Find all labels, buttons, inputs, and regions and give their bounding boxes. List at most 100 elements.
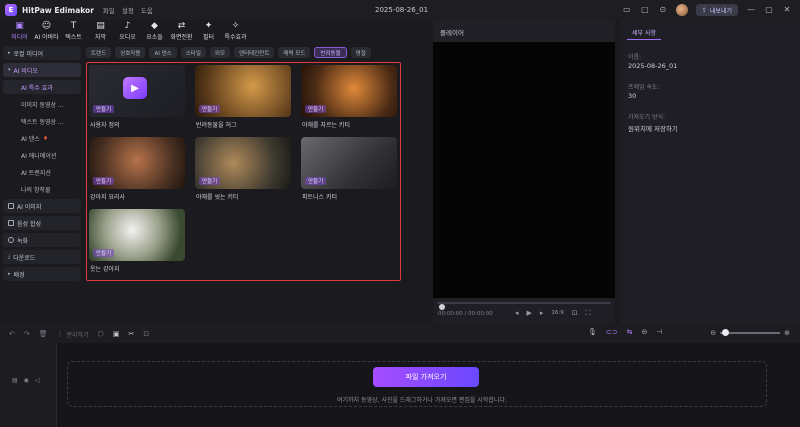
sidebar-sub-image-to-video[interactable]: 이미지 동영상 ... [3, 97, 81, 111]
effect-card[interactable]: 만들기 [195, 65, 291, 117]
maximize-icon[interactable]: ▢ [764, 5, 774, 15]
feedback-icon[interactable]: ▢ [640, 5, 650, 15]
sidebar-item-ai-video[interactable]: ▾ AI 비디오 [3, 63, 81, 77]
media-icon: ▣ [15, 21, 24, 31]
zoom-handle[interactable] [722, 329, 730, 336]
minimize-icon[interactable]: — [746, 5, 756, 15]
tab-details[interactable]: 세부 사항 [627, 24, 661, 40]
effect-card-title: 웃는 강아지 [90, 266, 120, 273]
make-button[interactable]: 만들기 [199, 177, 221, 185]
make-button[interactable]: 만들기 [305, 177, 327, 185]
effect-card[interactable]: 만들기 [301, 137, 397, 189]
sidebar-sub-ai-transition[interactable]: AI 트랜지션 [3, 165, 81, 179]
text-template-icon[interactable]: ▣ [113, 330, 120, 338]
marker-icon[interactable]: ⬡ [98, 330, 104, 338]
zoom-in-icon[interactable]: ⊕ [784, 329, 790, 337]
visibility-icon[interactable]: ◉ [24, 377, 29, 384]
download-icon[interactable]: ⊙ [658, 5, 668, 15]
menu-file[interactable]: 파일 [103, 5, 115, 15]
toolbar-audio[interactable]: ♪ 오디오 [114, 20, 141, 42]
menu-help[interactable]: 도움 [141, 5, 153, 15]
toolbar-effects[interactable]: ✧ 특수효과 [222, 20, 249, 42]
prev-frame-icon[interactable]: ◂ [515, 309, 519, 318]
toolbar-subtitle[interactable]: ▤ 자막 [87, 20, 114, 42]
chevron-right-icon: ▸ [8, 50, 11, 56]
sidebar-item-download[interactable]: ⤓ 다운로드 [3, 250, 81, 264]
undo-icon[interactable]: ↶ [9, 330, 15, 338]
sidebar-sub-ai-effects[interactable]: AI 특수 효과 [3, 80, 81, 94]
toolbar-transition[interactable]: ⇄ 화면전환 [168, 20, 195, 42]
next-frame-icon[interactable]: ▸ [540, 309, 544, 318]
effect-card[interactable]: 만들기 [89, 137, 185, 189]
sidebar-item-voice-synth[interactable]: 음성 합성 [3, 216, 81, 230]
category-tab[interactable]: AI 댄스 [149, 47, 177, 58]
make-button[interactable]: 만들기 [93, 105, 115, 113]
toolbar-filter[interactable]: ✦ 필터 [195, 20, 222, 42]
category-tab[interactable]: 매력 모드 [278, 47, 311, 58]
crop-icon[interactable]: ⊡ [143, 330, 149, 338]
category-tab[interactable]: 스타일 [180, 47, 206, 58]
download-arrow-icon: ⤓ [8, 254, 11, 260]
redo-icon[interactable]: ↷ [24, 330, 30, 338]
sidebar-sub-ai-animation[interactable]: AI 애니메이션 [3, 148, 81, 162]
toolbar-elements[interactable]: ◆ 요소들 [141, 20, 168, 42]
cut-icon[interactable]: ✂ [128, 330, 134, 338]
audio-toggle-icon[interactable]: ◁ [35, 377, 40, 384]
snap-icon[interactable]: ⇆ [627, 328, 633, 336]
category-tab[interactable]: 트렌드 [86, 47, 112, 58]
delete-icon[interactable]: 🗑 [39, 330, 48, 338]
toolbar-label: 화면전환 [170, 34, 193, 41]
aspect-ratio[interactable]: 16:9 [551, 309, 563, 318]
category-tab[interactable]: 외모 [209, 47, 231, 58]
ai-image-icon [8, 203, 14, 209]
chain-icon[interactable]: ⊖ [642, 328, 648, 336]
zoom-out-icon[interactable]: ⊖ [710, 329, 716, 337]
microphone-icon[interactable]: 🎙 [588, 328, 597, 336]
category-tab[interactable]: 상호작용 [115, 47, 146, 58]
close-icon[interactable]: ✕ [782, 5, 792, 15]
seek-handle[interactable] [439, 304, 445, 310]
fps-label: 프레임 속도: [628, 84, 660, 91]
make-button[interactable]: 만들기 [93, 177, 115, 185]
sidebar-item-background[interactable]: ▸ 배경 [3, 267, 81, 281]
effect-card[interactable]: 만들기 [301, 65, 397, 117]
make-button[interactable]: 만들기 [199, 105, 221, 113]
sidebar-item-label: AI 이미지 [17, 203, 42, 211]
sidebar-item-local-media[interactable]: ▸ 로컬 미디어 [3, 46, 81, 60]
category-tab[interactable]: 반려동물 [314, 47, 347, 58]
zoom-slider[interactable] [720, 329, 781, 336]
split-icon[interactable]: ⋮ [57, 330, 64, 338]
import-file-button[interactable]: 파일 가져오기 [373, 367, 479, 387]
menu-settings[interactable]: 설정 [122, 5, 134, 15]
player-header: 플레이어 [433, 20, 615, 42]
make-button[interactable]: 만들기 [93, 249, 115, 257]
toolbar-media[interactable]: ▣ 미디어 [6, 20, 33, 42]
category-tab[interactable]: 엔터테인먼트 [234, 47, 275, 58]
toolbar-label: 오디오 [119, 34, 136, 41]
effect-card[interactable]: ▶ 만들기 [89, 65, 185, 117]
split-label[interactable]: 분리하기 [67, 330, 89, 339]
sidebar-sub-ai-dance[interactable]: AI 댄스 ♦ [3, 131, 81, 145]
user-avatar[interactable] [675, 4, 688, 16]
sidebar-item-ai-image[interactable]: AI 이미지 [3, 199, 81, 213]
play-icon[interactable]: ▶ [527, 309, 532, 318]
player-seekbar[interactable] [437, 302, 611, 310]
sidebar-sub-text-to-video[interactable]: 텍스트 동영상 ... [3, 114, 81, 128]
link-icon[interactable]: ⊂⊃ [606, 328, 618, 336]
unlink-icon[interactable]: ⊣ [656, 328, 662, 336]
effect-card[interactable]: 만들기 [89, 209, 185, 261]
toolbar-text[interactable]: T 텍스트 [60, 20, 87, 42]
timeline-toolbar: ↶ ↷ 🗑 ⋮ 분리하기 ⬡ ▣ ✂ ⊡ 🎙 ⊂⊃ ⇆ ⊖ ⊣ ⊖ ⊕ [0, 325, 800, 343]
sidebar-sub-my-creations[interactable]: 나의 창작물 [3, 182, 81, 196]
screenshot-icon[interactable]: ⊡ [572, 309, 578, 318]
effect-card[interactable]: 만들기 [195, 137, 291, 189]
save-icon[interactable]: ▭ [622, 5, 632, 15]
sidebar-item-record[interactable]: 녹화 [3, 233, 81, 247]
category-tab[interactable]: 명절 [350, 47, 371, 58]
text-icon: T [70, 21, 77, 31]
make-button[interactable]: 만들기 [305, 105, 327, 113]
fullscreen-icon[interactable]: ⛶ [586, 309, 591, 318]
export-button[interactable]: ⇪ 내보내기 [695, 4, 738, 16]
track-video-icon[interactable]: ▤ [12, 377, 18, 384]
toolbar-ai-avatar[interactable]: ☺ AI 아바타 [33, 20, 60, 42]
